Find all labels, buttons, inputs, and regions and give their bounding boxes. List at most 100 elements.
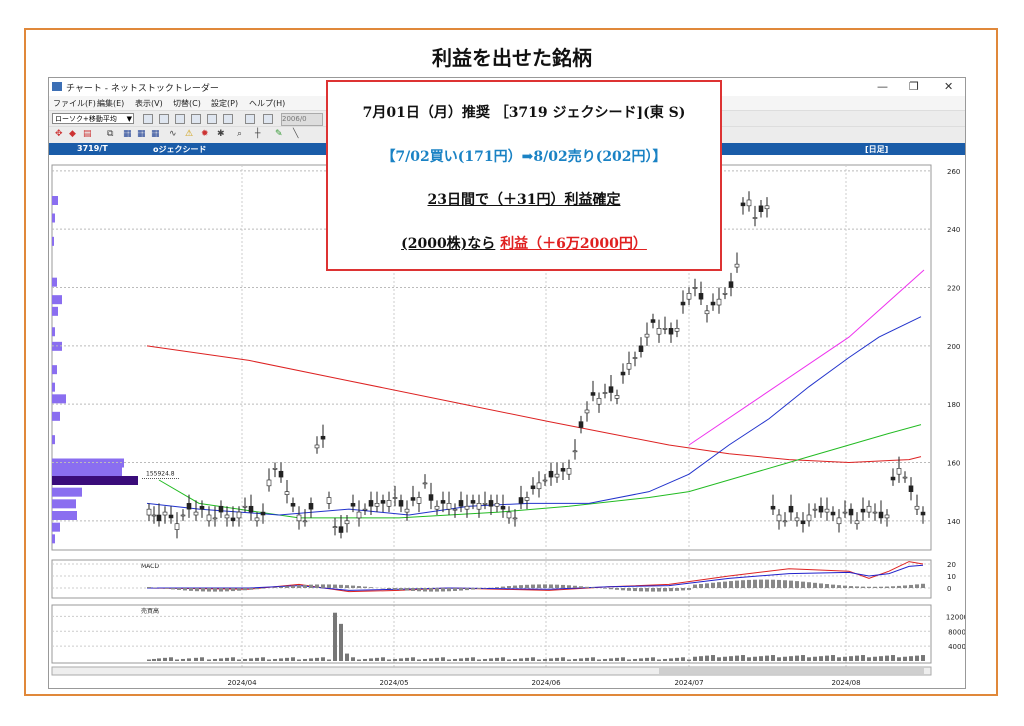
menu-view[interactable]: 表示(V) bbox=[135, 98, 163, 109]
volume-tick-label: 4000 bbox=[948, 643, 966, 651]
candle-body bbox=[656, 328, 662, 335]
calendar-icon[interactable] bbox=[263, 114, 273, 124]
candle-body bbox=[824, 508, 830, 513]
volume-bar bbox=[687, 659, 691, 661]
volume-bar bbox=[327, 659, 331, 661]
menu-file[interactable]: ファイル(F) bbox=[53, 98, 96, 109]
volume-bar bbox=[447, 659, 451, 661]
tool-icon[interactable]: ✹ bbox=[201, 129, 209, 139]
macd-histogram-bar bbox=[513, 585, 517, 588]
volume-bar bbox=[831, 655, 835, 661]
indicator-icon[interactable]: ▤ bbox=[83, 129, 92, 139]
volume-bar bbox=[855, 655, 859, 661]
macd-histogram-bar bbox=[681, 588, 685, 591]
macd-histogram-bar bbox=[675, 588, 679, 591]
candle-body bbox=[794, 517, 800, 522]
volume-profile-bar bbox=[52, 522, 60, 532]
macd-histogram-bar bbox=[855, 586, 859, 588]
volume-bar bbox=[819, 656, 823, 661]
candle-body bbox=[224, 514, 230, 519]
line-tool-icon[interactable]: ╲ bbox=[293, 129, 298, 139]
macd-histogram-bar bbox=[747, 579, 751, 588]
candle-body bbox=[404, 508, 410, 513]
minimize-button[interactable]: — bbox=[877, 80, 888, 93]
diamond-icon[interactable]: ◆ bbox=[69, 129, 76, 139]
menu-edit[interactable]: 編集(E) bbox=[97, 98, 124, 109]
volume-profile-bar bbox=[52, 435, 55, 445]
candle-body bbox=[320, 435, 326, 440]
chart-style-1-icon[interactable]: ▦ bbox=[123, 129, 132, 139]
close-button[interactable]: ✕ bbox=[944, 80, 953, 93]
candle-body bbox=[356, 511, 362, 519]
volume-bar bbox=[465, 657, 469, 661]
candle-body bbox=[458, 500, 464, 507]
crosshair-tool-icon[interactable]: ┼ bbox=[255, 129, 260, 139]
layout-5-icon[interactable] bbox=[207, 114, 217, 124]
macd-histogram-bar bbox=[207, 588, 211, 592]
volume-bar bbox=[495, 657, 499, 661]
macd-histogram-bar bbox=[273, 587, 277, 588]
candle-body bbox=[698, 293, 704, 300]
layout-4-icon[interactable] bbox=[191, 114, 201, 124]
volume-bar bbox=[483, 658, 487, 661]
volume-bar bbox=[543, 658, 547, 661]
volume-bar bbox=[867, 657, 871, 661]
volume-bar bbox=[861, 655, 865, 661]
price-tick-label: 140 bbox=[947, 518, 960, 526]
macd-histogram-bar bbox=[189, 588, 193, 591]
layout-6-icon[interactable] bbox=[223, 114, 233, 124]
candle-body bbox=[350, 503, 356, 507]
candle-body bbox=[212, 517, 218, 520]
price-tick-label: 260 bbox=[947, 168, 960, 176]
candle-body bbox=[338, 526, 344, 533]
layout-1-icon[interactable] bbox=[143, 114, 153, 124]
volume-bar bbox=[279, 658, 283, 661]
cursor-icon[interactable]: ✱ bbox=[217, 129, 225, 139]
macd-histogram-bar bbox=[459, 588, 463, 591]
note-profit: 利益（＋6万2000円） bbox=[500, 236, 647, 252]
volume-bar bbox=[657, 659, 661, 661]
link-icon[interactable] bbox=[245, 114, 255, 124]
candle-body bbox=[710, 301, 716, 306]
candle-body bbox=[626, 363, 632, 370]
macd-histogram-bar bbox=[465, 588, 469, 591]
candle-body bbox=[920, 511, 926, 516]
zoom-icon[interactable]: ⌕ bbox=[237, 129, 242, 139]
layout-3-icon[interactable] bbox=[175, 114, 185, 124]
candle-body bbox=[302, 520, 308, 523]
date-field[interactable]: 2006/0 bbox=[281, 113, 323, 126]
menu-switch[interactable]: 切替(C) bbox=[173, 98, 201, 109]
menu-settings[interactable]: 設定(P) bbox=[211, 98, 238, 109]
volume-bar bbox=[597, 659, 601, 661]
macd-histogram-bar bbox=[621, 588, 625, 591]
macd-histogram-bar bbox=[447, 588, 451, 592]
chart-type-select[interactable]: ローソク+移動平均 ▼ bbox=[52, 113, 134, 124]
volume-bar bbox=[297, 659, 301, 661]
macd-histogram-bar bbox=[645, 588, 649, 592]
volume-profile-bar bbox=[52, 467, 122, 477]
macd-histogram-bar bbox=[591, 587, 595, 588]
candle-body bbox=[193, 511, 199, 516]
candle-body bbox=[440, 500, 446, 504]
alert-icon[interactable]: ⚠ bbox=[185, 129, 193, 139]
price-tick-label: 180 bbox=[947, 401, 960, 409]
menu-help[interactable]: ヘルプ(H) bbox=[249, 98, 285, 109]
volume-bar bbox=[843, 656, 847, 661]
volume-bar bbox=[711, 655, 715, 661]
macd-histogram-bar bbox=[807, 582, 811, 588]
chart-style-3-icon[interactable]: ▦ bbox=[151, 129, 160, 139]
compare-icon[interactable]: ⧉ bbox=[107, 129, 113, 139]
layout-2-icon[interactable] bbox=[159, 114, 169, 124]
crosshair-icon[interactable]: ✥ bbox=[55, 129, 63, 139]
restore-button[interactable]: ❐ bbox=[909, 80, 919, 93]
log-scale-icon[interactable]: ∿ bbox=[169, 129, 177, 139]
chart-style-2-icon[interactable]: ▦ bbox=[137, 129, 146, 139]
macd-histogram-bar bbox=[195, 588, 199, 592]
volume-bar bbox=[471, 657, 475, 661]
candle-body bbox=[476, 503, 482, 510]
chart-type-value: ローソク+移動平均 bbox=[55, 115, 117, 123]
pen-icon[interactable]: ✎ bbox=[275, 129, 283, 139]
volume-bar bbox=[699, 656, 703, 661]
volume-bar bbox=[513, 658, 517, 661]
macd-histogram-bar bbox=[243, 588, 247, 591]
